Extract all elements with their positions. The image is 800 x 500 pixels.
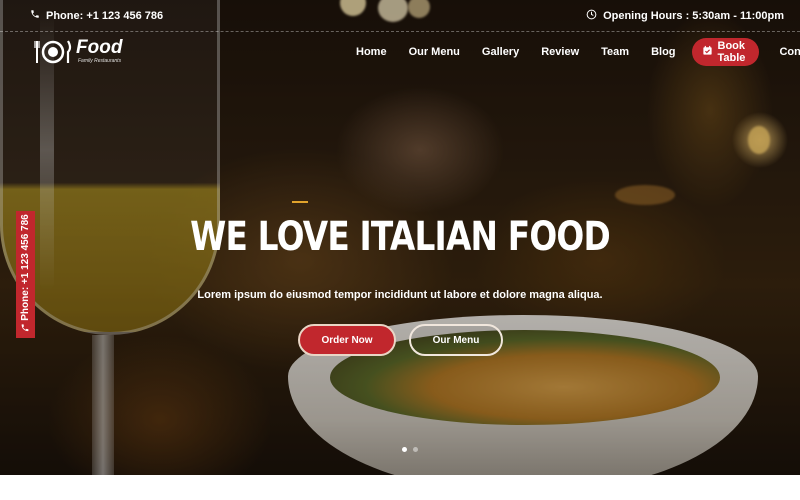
nav-blog[interactable]: Blog bbox=[651, 46, 675, 58]
side-phone-tab[interactable]: Phone: +1 123 456 786 bbox=[16, 211, 35, 338]
book-table-label: Book Table bbox=[717, 40, 746, 64]
brand-logo[interactable]: Food Family Restaurants bbox=[34, 38, 122, 66]
top-info-bar: Phone: +1 123 456 786 Opening Hours : 5:… bbox=[0, 0, 800, 32]
nav-our-menu[interactable]: Our Menu bbox=[409, 46, 460, 58]
nav-contact[interactable]: Contact bbox=[779, 46, 800, 58]
calendar-check-icon bbox=[702, 45, 713, 59]
topbar-phone[interactable]: Phone: +1 123 456 786 bbox=[30, 9, 163, 22]
side-phone-icon bbox=[21, 323, 30, 335]
brand-tagline: Family Restaurants bbox=[78, 58, 122, 64]
hero-subtitle: Lorem ipsum do eiusmod tempor incididunt… bbox=[197, 289, 603, 301]
main-nav: Home Our Menu Gallery Review Team Blog B… bbox=[356, 38, 800, 66]
opening-hours: Opening Hours : 5:30am - 11:00pm bbox=[586, 9, 784, 23]
order-now-button[interactable]: Order Now bbox=[298, 324, 396, 356]
title-accent-line bbox=[292, 201, 308, 203]
side-phone-text: Phone: +1 123 456 786 bbox=[19, 214, 31, 321]
topbar-phone-text: Phone: +1 123 456 786 bbox=[46, 9, 164, 22]
nav-review[interactable]: Review bbox=[541, 46, 579, 58]
phone-icon bbox=[30, 9, 40, 22]
nav-gallery[interactable]: Gallery bbox=[482, 46, 519, 58]
opening-hours-text: Opening Hours : 5:30am - 11:00pm bbox=[603, 10, 784, 22]
plate-cutlery-icon bbox=[34, 38, 72, 66]
hero-title: WE LOVE ITALIAN FOOD bbox=[190, 214, 611, 260]
nav-team[interactable]: Team bbox=[601, 46, 629, 58]
slider-pagination bbox=[402, 447, 418, 452]
brand-name: Food bbox=[76, 37, 123, 58]
clock-icon bbox=[586, 9, 597, 23]
slider-dot-2[interactable] bbox=[413, 447, 418, 452]
our-menu-button[interactable]: Our Menu bbox=[409, 324, 503, 356]
slider-dot-1[interactable] bbox=[402, 447, 407, 452]
nav-home[interactable]: Home bbox=[356, 46, 387, 58]
book-table-button[interactable]: Book Table bbox=[691, 38, 760, 66]
